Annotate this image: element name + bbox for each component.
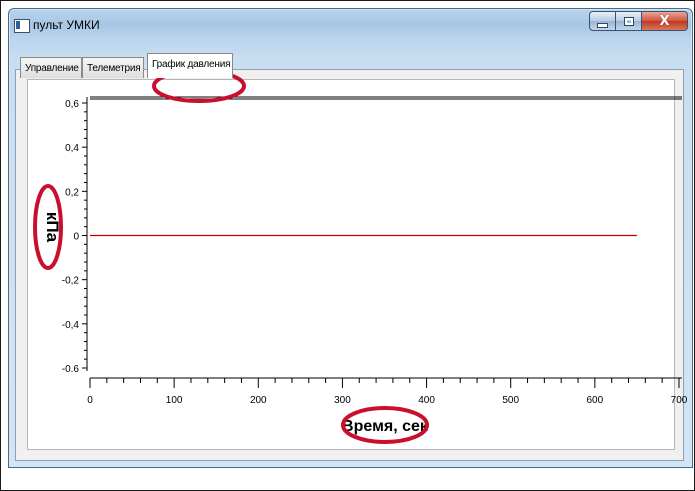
- annotation-rings: [33, 69, 429, 444]
- x-tick-label: 500: [502, 395, 519, 406]
- pressure-chart: 0,6 0,4 0,2 0 -0,2 -0,4 -0.6 0 100 200 300 400 500 60…: [33, 69, 688, 444]
- chart-axes: [86, 96, 682, 379]
- tab-pressure-graph[interactable]: График давления: [147, 53, 233, 78]
- x-tick-label: 200: [250, 395, 267, 406]
- y-tick-label: -0,2: [62, 276, 80, 287]
- chart-axis-labels: кПа Время, сек: [43, 212, 429, 435]
- y-tick-label: 0,4: [65, 143, 79, 154]
- x-axis-label: Время, сек: [342, 418, 429, 435]
- y-tick-label: 0: [73, 232, 79, 243]
- chart-ticks: 0,6 0,4 0,2 0 -0,2 -0,4 -0.6 0 100 200 300 400 500 60…: [62, 99, 688, 406]
- y-tick-label: -0,4: [62, 320, 80, 331]
- x-tick-label: 100: [166, 395, 183, 406]
- x-tick-label: 600: [587, 395, 604, 406]
- x-tick-label: 400: [418, 395, 435, 406]
- y-tick-label: 0,2: [65, 187, 79, 198]
- x-tick-label: 300: [334, 395, 351, 406]
- y-tick-label: -0.6: [62, 364, 80, 375]
- x-tick-label: 700: [671, 395, 688, 406]
- y-tick-label: 0,6: [65, 99, 79, 110]
- x-tick-label: 0: [87, 395, 93, 406]
